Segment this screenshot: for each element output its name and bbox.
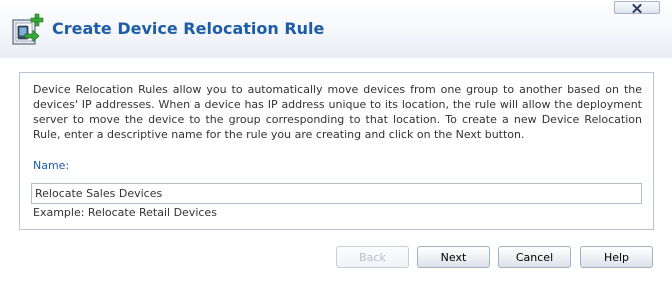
example-text: Example: Relocate Retail Devices (33, 206, 217, 219)
dialog-title: Create Device Relocation Rule (52, 19, 325, 38)
dialog-header: Create Device Relocation Rule (0, 0, 672, 59)
device-relocation-add-icon (11, 12, 47, 48)
cancel-button[interactable]: Cancel (498, 246, 571, 268)
description-text: Device Relocation Rules allow you to aut… (33, 83, 642, 141)
help-button[interactable]: Help (580, 246, 653, 268)
name-label: Name: (33, 159, 70, 172)
close-button[interactable] (614, 1, 660, 14)
close-icon (632, 0, 642, 17)
create-device-relocation-rule-dialog: Create Device Relocation Rule Device Rel… (0, 0, 672, 282)
name-input[interactable] (31, 183, 642, 204)
next-button[interactable]: Next (417, 246, 490, 268)
content-panel: Device Relocation Rules allow you to aut… (19, 72, 654, 230)
back-button[interactable]: Back (336, 246, 409, 268)
